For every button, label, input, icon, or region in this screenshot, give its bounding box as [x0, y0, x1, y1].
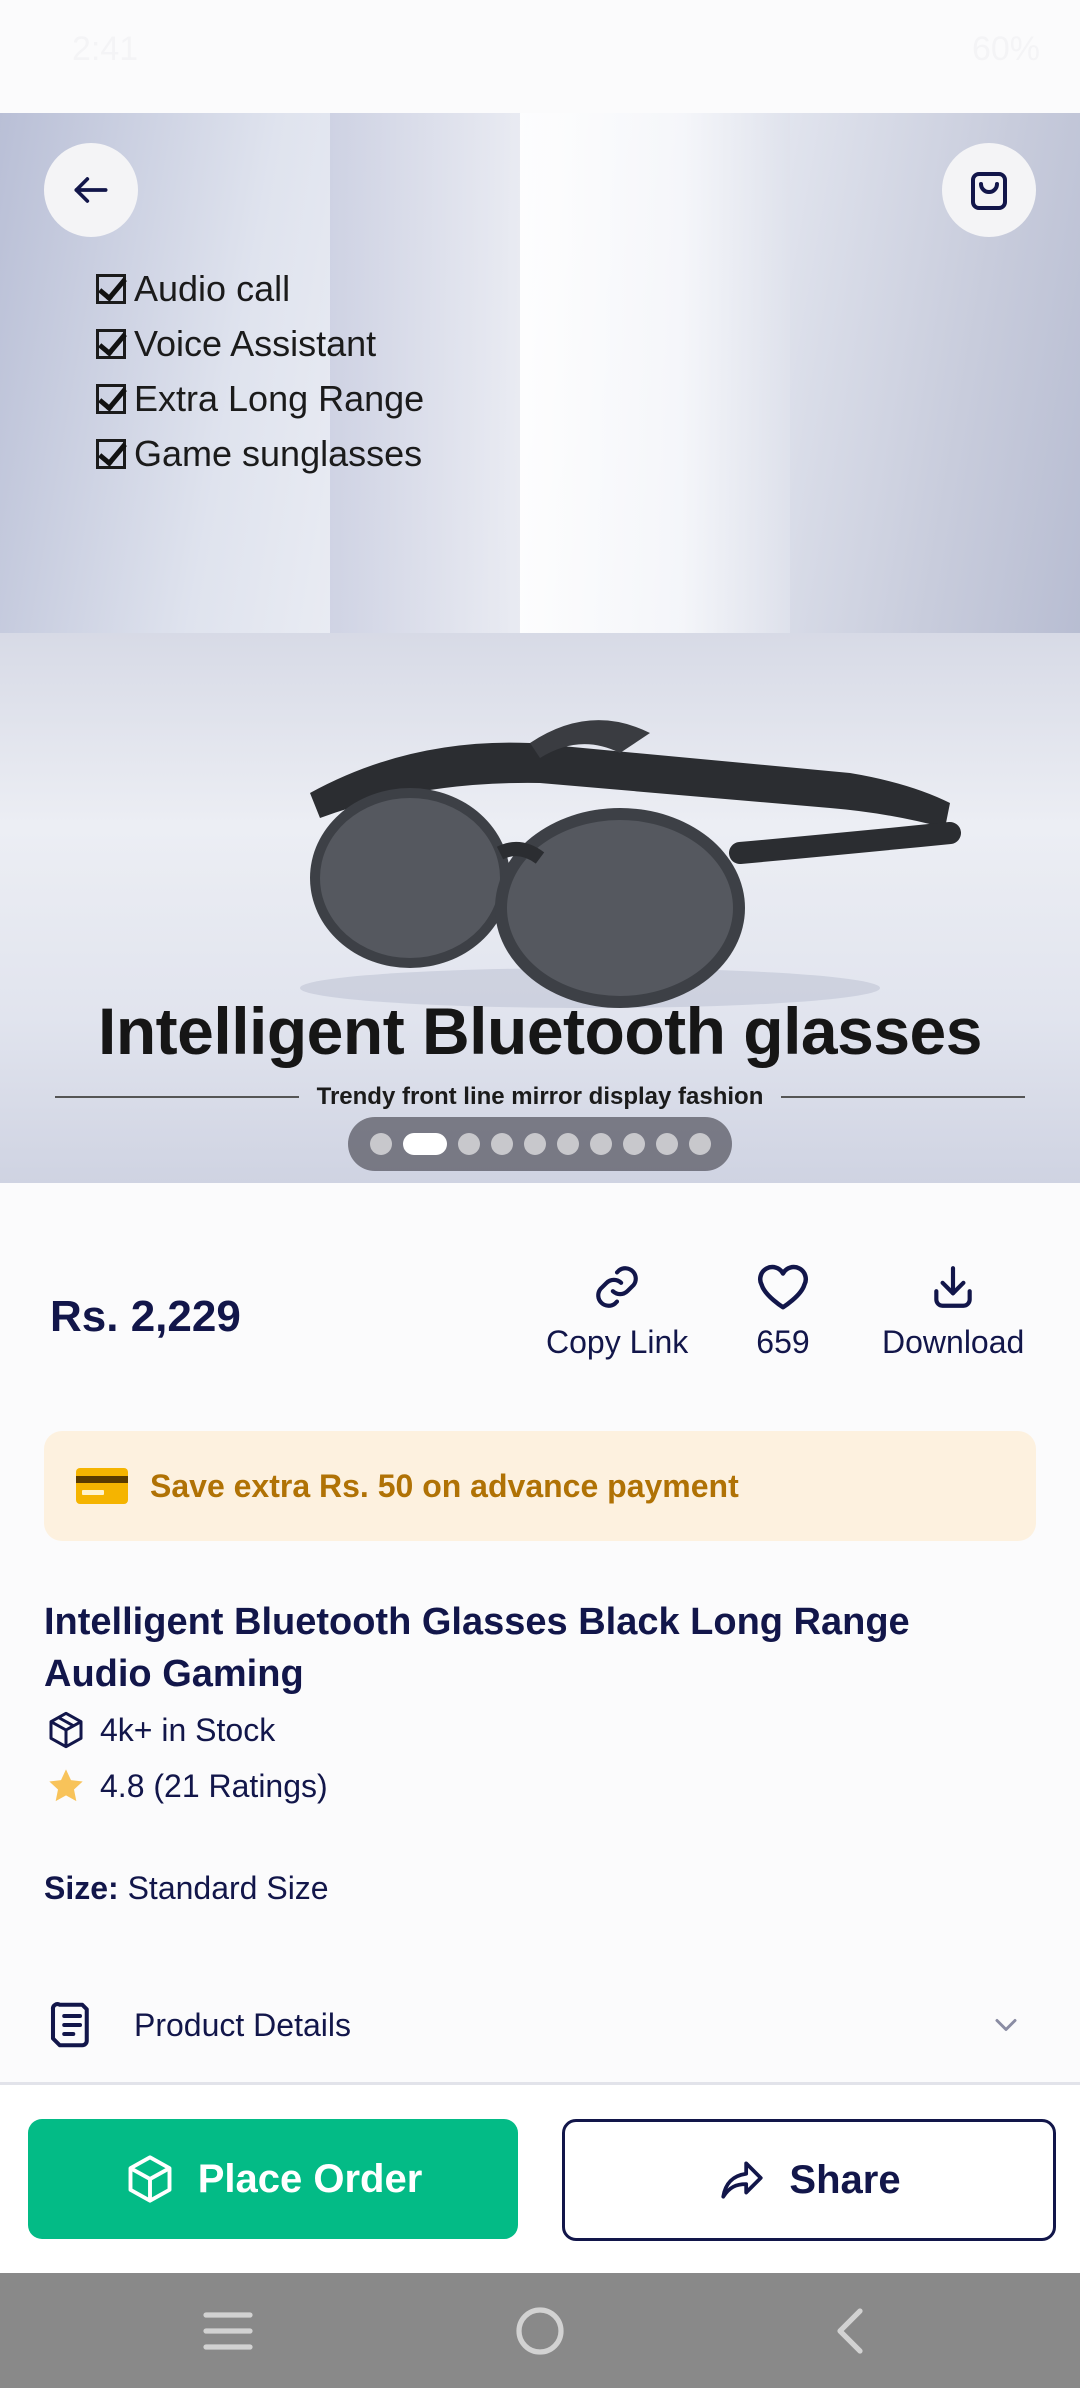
box-icon	[128, 2155, 172, 2203]
hero-subtitle: Trendy front line mirror display fashion	[316, 1083, 764, 1110]
share-button[interactable]: Share	[562, 2119, 1056, 2241]
cart-button[interactable]	[942, 143, 1036, 237]
carousel-dot[interactable]	[490, 1133, 513, 1155]
divider-line	[781, 1096, 1025, 1098]
document-icon	[50, 2002, 89, 2048]
checkbox-icon	[96, 383, 126, 414]
carousel-dot[interactable]	[556, 1133, 579, 1155]
status-bar: 2:41 60%	[0, 0, 1080, 113]
chevron-down-icon	[995, 2019, 1017, 2031]
checkbox-icon	[96, 273, 126, 304]
share-label: Share	[789, 2157, 901, 2202]
rating-text: 4.8 (21 Ratings)	[100, 1767, 328, 1804]
status-battery: 60%	[971, 30, 1040, 68]
like-count: 659	[756, 1324, 810, 1360]
hero-subtitle-row: Trendy front line mirror display fashion	[55, 1083, 1025, 1111]
system-back-button[interactable]	[818, 2299, 882, 2363]
home-button[interactable]	[508, 2299, 572, 2363]
hero-title: Intelligent Bluetooth glasses	[98, 994, 982, 1068]
feature-item: Voice Assistant	[96, 316, 424, 371]
product-image-carousel[interactable]: Audio call Voice Assistant Extra Long Ra…	[0, 113, 1080, 1183]
download-label: Download	[882, 1324, 1025, 1360]
home-circle-icon	[516, 2307, 564, 2355]
carousel-dot[interactable]	[655, 1133, 678, 1155]
product-price: Rs. 2,229	[50, 1292, 241, 1341]
carousel-dot-active[interactable]	[402, 1133, 447, 1155]
recent-apps-button[interactable]	[196, 2299, 260, 2363]
place-order-label: Place Order	[197, 2156, 423, 2201]
box-icon	[44, 1708, 88, 1752]
place-order-button[interactable]: Place Order	[28, 2119, 518, 2239]
size-value: Standard Size	[127, 1870, 329, 1906]
carousel-dot[interactable]	[369, 1133, 392, 1155]
hero-background-pillar	[520, 113, 790, 713]
carousel-dot[interactable]	[589, 1133, 612, 1155]
sunglasses-image	[300, 720, 961, 1008]
like-button[interactable]: 659	[756, 1262, 810, 1361]
credit-card-icon	[76, 1468, 128, 1504]
size-row: Size: Standard Size	[44, 1870, 329, 1907]
status-time: 2:41	[72, 30, 139, 68]
carousel-indicator[interactable]	[348, 1117, 732, 1171]
link-icon	[596, 1266, 638, 1308]
product-details-label: Product Details	[134, 2006, 351, 2043]
rating-row[interactable]: 4.8 (21 Ratings)	[44, 1764, 328, 1808]
size-label: Size:	[44, 1870, 119, 1906]
feature-item: Game sunglasses	[96, 426, 424, 481]
copy-link-button[interactable]: Copy Link	[546, 1262, 688, 1361]
feature-item: Extra Long Range	[96, 371, 424, 426]
promo-text: Save extra Rs. 50 on advance payment	[150, 1467, 739, 1504]
bottom-action-bar: Place Order Share	[0, 2085, 1080, 2273]
divider-line	[55, 1096, 299, 1098]
menu-icon	[203, 2312, 253, 2350]
copy-link-label: Copy Link	[546, 1324, 689, 1360]
carousel-dot[interactable]	[622, 1133, 645, 1155]
product-title: Intelligent Bluetooth Glasses Black Long…	[44, 1601, 910, 1695]
carousel-dot[interactable]	[457, 1133, 480, 1155]
heart-icon	[757, 1264, 809, 1310]
download-button[interactable]: Download	[882, 1262, 1024, 1361]
advance-payment-banner: Save extra Rs. 50 on advance payment	[44, 1431, 1036, 1541]
checkbox-icon	[96, 328, 126, 359]
shopping-bag-icon	[971, 172, 1007, 210]
carousel-dot[interactable]	[688, 1133, 711, 1155]
feature-list: Audio call Voice Assistant Extra Long Ra…	[96, 261, 424, 481]
product-details-toggle[interactable]: Product Details	[44, 1995, 1024, 2055]
feature-item: Audio call	[96, 261, 424, 316]
stock-text: 4k+ in Stock	[100, 1711, 276, 1748]
system-nav-bar	[0, 2273, 1080, 2388]
stock-row: 4k+ in Stock	[44, 1708, 275, 1752]
share-arrow-icon	[721, 2161, 764, 2199]
arrow-left-icon	[74, 177, 108, 203]
chevron-left-icon	[837, 2308, 863, 2354]
checkbox-icon	[96, 438, 126, 469]
download-icon	[934, 1266, 972, 1308]
back-button[interactable]	[44, 143, 138, 237]
star-icon	[44, 1764, 88, 1808]
carousel-dot[interactable]	[523, 1133, 546, 1155]
